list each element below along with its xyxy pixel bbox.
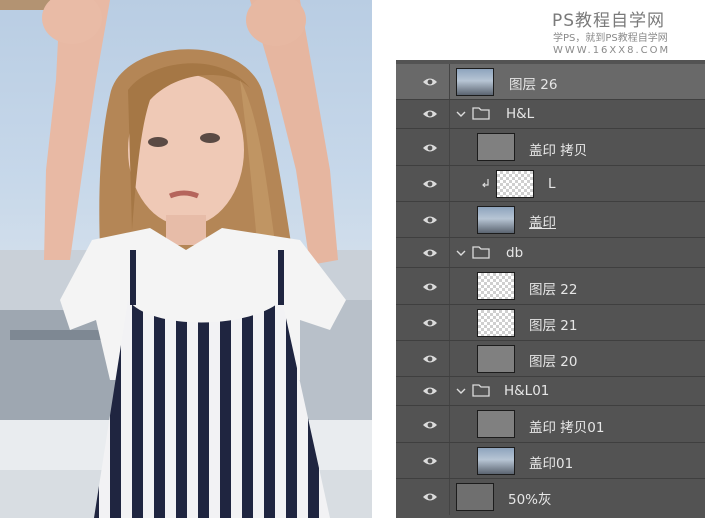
eye-icon[interactable] xyxy=(422,179,438,189)
layer-thumbnail[interactable] xyxy=(456,68,494,96)
eye-icon[interactable] xyxy=(422,109,438,119)
layer-row[interactable]: 图层 21 xyxy=(396,305,705,341)
canvas-photo xyxy=(0,0,372,518)
visibility-column xyxy=(396,377,450,405)
eye-icon[interactable] xyxy=(422,282,438,292)
watermark-subtitle-line: 学PS，就到PS教程自学网 xyxy=(553,33,668,44)
group-name: H&L01 xyxy=(504,383,550,399)
watermark-subtitle: 学PS，就到PS教程自学网 WWW.16XX8.COM xyxy=(553,29,670,56)
chevron-down-icon[interactable] xyxy=(456,387,466,395)
portrait-illustration xyxy=(0,0,372,518)
layer-name: 图层 20 xyxy=(529,354,578,370)
visibility-column xyxy=(396,406,450,442)
layer-name: 图层 22 xyxy=(529,282,578,298)
chevron-down-icon[interactable] xyxy=(456,110,466,118)
layer-thumbnail[interactable] xyxy=(477,133,515,161)
layer-row[interactable]: 图层 20 xyxy=(396,341,705,377)
layer-row[interactable]: 50%灰 xyxy=(396,479,705,515)
eye-icon[interactable] xyxy=(422,215,438,225)
eye-icon[interactable] xyxy=(422,77,438,87)
layer-row[interactable]: 盖印 拷贝 xyxy=(396,129,705,166)
eye-icon[interactable] xyxy=(422,354,438,364)
layer-row[interactable]: 盖印 拷贝01 xyxy=(396,406,705,443)
layer-name: 图层 26 xyxy=(509,77,558,93)
gutter xyxy=(372,0,396,518)
layer-name: 50%灰 xyxy=(508,492,552,508)
visibility-column xyxy=(396,479,450,515)
visibility-column xyxy=(396,100,450,128)
layer-group-row[interactable]: H&L xyxy=(396,100,705,129)
layer-group-row[interactable]: db xyxy=(396,238,705,268)
layer-name: 图层 21 xyxy=(529,318,578,334)
eye-icon[interactable] xyxy=(422,492,438,502)
visibility-column xyxy=(396,166,450,201)
layer-thumbnail[interactable] xyxy=(477,447,515,475)
layer-name: 盖印01 xyxy=(529,456,574,472)
layer-name: 盖印 拷贝 xyxy=(529,143,588,159)
layer-row[interactable]: 盖印 xyxy=(396,202,705,238)
visibility-column xyxy=(396,202,450,237)
folder-icon xyxy=(472,384,490,397)
clipping-arrow-icon xyxy=(482,179,489,188)
layer-name: L xyxy=(548,176,556,192)
layer-thumbnail[interactable] xyxy=(477,345,515,373)
layer-thumbnail[interactable] xyxy=(496,170,534,198)
layer-name: 盖印 xyxy=(529,215,556,231)
eye-icon[interactable] xyxy=(422,318,438,328)
folder-icon xyxy=(472,246,490,259)
visibility-column xyxy=(396,238,450,267)
chevron-down-icon[interactable] xyxy=(456,249,466,257)
eye-icon[interactable] xyxy=(422,386,438,396)
layer-thumbnail[interactable] xyxy=(477,206,515,234)
layer-thumbnail[interactable] xyxy=(456,483,494,511)
layer-name: 盖印 拷贝01 xyxy=(529,420,605,436)
watermark-title: PS教程自学网 xyxy=(552,11,666,31)
folder-icon xyxy=(472,107,490,120)
eye-icon[interactable] xyxy=(422,248,438,258)
layer-row[interactable]: 图层 26 xyxy=(396,64,705,100)
layer-row[interactable]: L xyxy=(396,166,705,202)
eye-icon[interactable] xyxy=(422,143,438,153)
group-name: db xyxy=(506,245,524,261)
group-name: H&L xyxy=(506,106,535,122)
visibility-column xyxy=(396,268,450,304)
layer-thumbnail[interactable] xyxy=(477,410,515,438)
watermark-url: WWW.16XX8.COM xyxy=(553,45,671,56)
layer-row[interactable]: 盖印01 xyxy=(396,443,705,479)
visibility-column xyxy=(396,443,450,478)
eye-icon[interactable] xyxy=(422,420,438,430)
layer-thumbnail[interactable] xyxy=(477,309,515,337)
visibility-column xyxy=(396,64,450,99)
layer-row[interactable]: 图层 22 xyxy=(396,268,705,305)
layers-panel: 图层 26 H&L 盖印 拷贝 L 盖印 db 图层 22 图层 21 图层 2… xyxy=(396,60,705,518)
visibility-column xyxy=(396,305,450,340)
eye-icon[interactable] xyxy=(422,456,438,466)
layer-group-row[interactable]: H&L01 xyxy=(396,377,705,406)
layer-thumbnail[interactable] xyxy=(477,272,515,300)
visibility-column xyxy=(396,341,450,376)
visibility-column xyxy=(396,129,450,165)
